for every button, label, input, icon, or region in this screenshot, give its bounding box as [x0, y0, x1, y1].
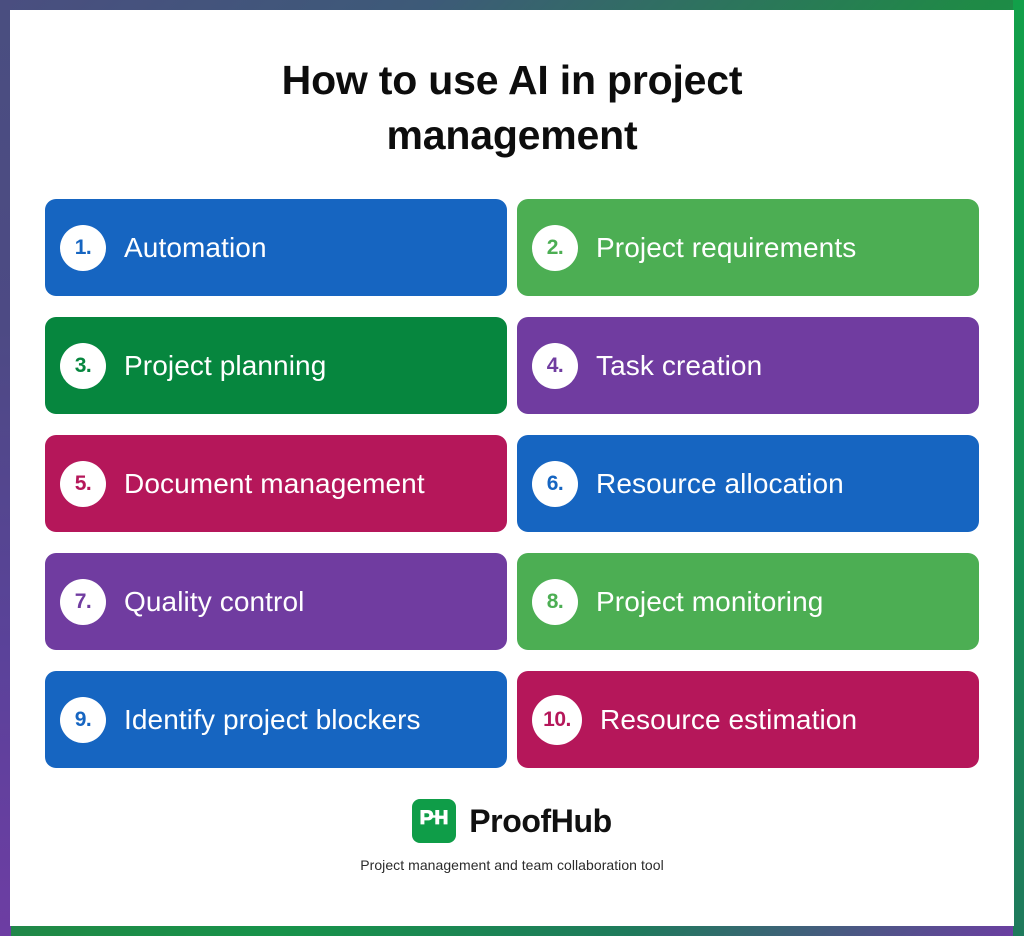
- item-label: Resource allocation: [596, 467, 844, 499]
- item-label: Identify project blockers: [124, 703, 421, 735]
- list-item-7[interactable]: 7. Quality control: [45, 553, 507, 651]
- item-number-badge: 3.: [60, 342, 106, 389]
- item-number-badge: 1.: [60, 224, 106, 271]
- brand-logo[interactable]: ProofHub: [412, 799, 612, 844]
- item-number-badge: 10.: [532, 694, 582, 745]
- item-number-badge: 4.: [532, 342, 578, 389]
- item-number-badge: 5.: [60, 460, 106, 507]
- item-label: Document management: [124, 467, 425, 499]
- item-number-badge: 8.: [532, 578, 578, 625]
- footer: ProofHub Project management and team col…: [360, 799, 664, 874]
- list-item-5[interactable]: 5. Document management: [45, 435, 507, 533]
- item-number-badge: 7.: [60, 578, 106, 625]
- item-label: Resource estimation: [600, 703, 858, 735]
- item-label: Project planning: [124, 349, 327, 381]
- item-label: Quality control: [124, 585, 305, 617]
- list-item-1[interactable]: 1. Automation: [45, 199, 507, 297]
- list-item-2[interactable]: 2. Project requirements: [517, 199, 979, 297]
- infographic-poster: How to use AI in project management 1. Au…: [0, 0, 1024, 936]
- item-number-badge: 9.: [60, 696, 106, 743]
- item-number-badge: 2.: [532, 224, 578, 271]
- list-item-8[interactable]: 8. Project monitoring: [517, 553, 979, 651]
- list-item-3[interactable]: 3. Project planning: [45, 317, 507, 415]
- proofhub-mark-icon: [412, 799, 457, 844]
- brand-tagline: Project management and team collaboratio…: [360, 857, 664, 874]
- item-label: Automation: [124, 231, 267, 263]
- brand-name: ProofHub: [469, 802, 612, 839]
- item-label: Task creation: [596, 349, 763, 381]
- list-item-9[interactable]: 9. Identify project blockers: [45, 671, 507, 769]
- list-item-10[interactable]: 10. Resource estimation: [517, 671, 979, 769]
- numbered-list-grid: 1. Automation 2. Project requirements 3. Proj…: [45, 199, 979, 769]
- page-title: How to use AI in project management: [281, 57, 743, 158]
- item-number-badge: 6.: [532, 460, 578, 507]
- item-label: Project requirements: [596, 231, 857, 263]
- list-item-6[interactable]: 6. Resource allocation: [517, 435, 979, 533]
- poster-canvas: How to use AI in project management 1. Au…: [10, 10, 1014, 926]
- item-label: Project monitoring: [596, 585, 824, 617]
- list-item-4[interactable]: 4. Task creation: [517, 317, 979, 415]
